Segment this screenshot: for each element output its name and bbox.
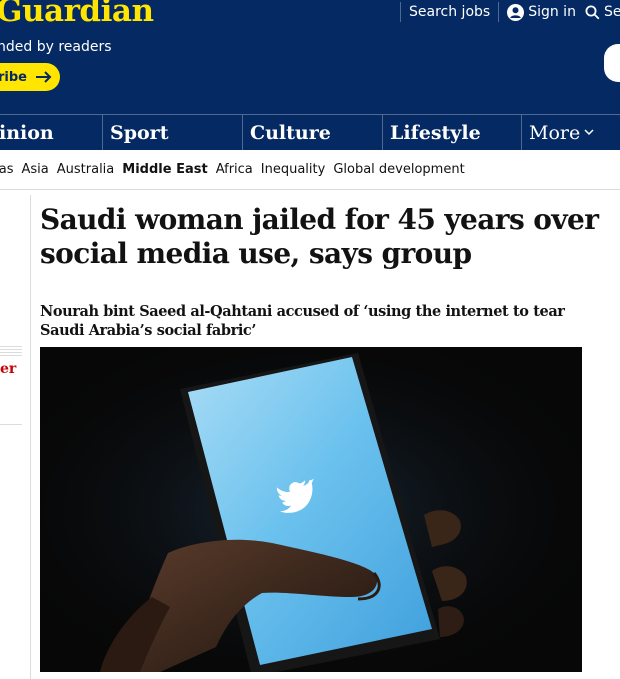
rail-stripes	[0, 346, 22, 358]
header-tagline: nded by readers	[0, 39, 112, 55]
article-standfirst: Nourah bint Saeed al-Qahtani accused of …	[40, 303, 565, 339]
sign-in-label: Sign in	[528, 4, 576, 20]
article-main-image[interactable]	[40, 347, 582, 672]
subnav-americas[interactable]: icas	[0, 162, 14, 177]
subnav-middle-east[interactable]: Middle East	[122, 162, 207, 177]
site-header: Guardian nded by readers ribe Search job…	[0, 0, 620, 114]
rail-divider	[0, 424, 22, 425]
rail-kicker[interactable]: er	[0, 361, 16, 377]
subnav-inequality[interactable]: Inequality	[261, 162, 326, 177]
search-label: Sea	[603, 4, 620, 20]
guardian-logo[interactable]: Guardian	[0, 0, 154, 29]
subnav-africa[interactable]: Africa	[216, 162, 253, 177]
subscribe-label: ribe	[0, 69, 27, 85]
article-headline: Saudi woman jailed for 45 years over soc…	[40, 203, 599, 270]
subnav-asia[interactable]: Asia	[22, 162, 49, 177]
section-subnav: icas Asia Australia Middle East Africa I…	[0, 150, 620, 190]
nav-sport[interactable]: Sport	[102, 115, 168, 150]
divider	[498, 2, 500, 22]
nav-opinion[interactable]: inion	[0, 115, 54, 150]
nav-lifestyle[interactable]: Lifestyle	[382, 115, 481, 150]
user-icon	[507, 3, 525, 21]
search-jobs-link[interactable]: Search jobs	[409, 1, 490, 23]
search-link[interactable]: Sea	[585, 1, 620, 23]
chevron-down-icon	[584, 129, 594, 136]
subnav-global-development[interactable]: Global development	[333, 162, 464, 177]
nav-culture[interactable]: Culture	[242, 115, 331, 150]
nav-more-label: More	[529, 121, 581, 144]
subnav-track: icas Asia Australia Middle East Africa I…	[0, 162, 465, 177]
top-links: Search jobs Sign in Sea	[400, 0, 620, 24]
phone-photo	[40, 347, 582, 672]
arrow-right-icon	[36, 71, 52, 83]
subnav-australia[interactable]: Australia	[57, 162, 115, 177]
divider	[400, 2, 401, 22]
left-column-rule	[30, 195, 31, 679]
search-jobs-label: Search jobs	[409, 4, 491, 20]
pillar-nav: inion Sport Culture Lifestyle More	[0, 114, 620, 150]
support-button-edge[interactable]	[604, 44, 620, 82]
search-icon	[585, 5, 600, 19]
subscribe-button[interactable]: ribe	[0, 63, 60, 91]
nav-more[interactable]: More	[521, 115, 594, 150]
sign-in-link[interactable]: Sign in	[507, 1, 576, 23]
